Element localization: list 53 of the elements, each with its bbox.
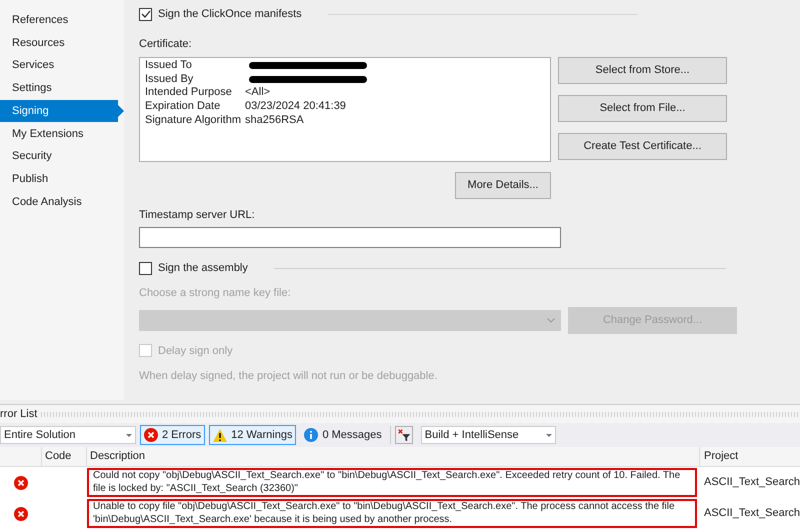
field-name: Intended Purpose [145,86,233,100]
project-name: ASCII_Text_Search [704,506,800,522]
chevron-down-icon [547,318,555,322]
delay-sign-note: When delay signed, the project will not run or be debuggable. [139,369,438,384]
field-name: Issued By [145,72,194,86]
error-description: Could not copy "obj\Debug\ASCII_Text_Search.exe" to "bin\Debug\ASCII_Text_Search.exe". Exceeded retry count of 10. Failed. The file is locked by: "ASCII_Text_Search (32360)" [87,468,697,497]
field-name: Expiration Date [145,100,222,113]
selection-arrow-icon [118,105,124,118]
field-value: sha256RSA [245,114,304,127]
column-header[interactable]: Code [45,448,72,465]
project-name: ASCII_Text_Search [704,475,800,490]
sidebar-item[interactable]: Resources [0,32,118,54]
field-name: Issued To [145,58,193,72]
filter-toggle[interactable]: 2 Errors [140,425,206,445]
info-icon [304,428,318,442]
certificate-button[interactable]: Create Test Certificate... [558,132,727,160]
scope-dropdown[interactable]: Entire Solution [0,426,136,444]
warning-icon [213,428,228,442]
field-name: Signature Algorithm [145,114,242,127]
certificate-button[interactable]: Select from Store... [558,56,727,84]
panel-title: rror List [0,406,38,422]
sidebar-item[interactable]: Signing [0,100,118,122]
field-value: 03/23/2024 20:41:39 [245,100,346,113]
key-file-label: Choose a strong name key file: [139,286,292,301]
column-header[interactable]: Project [704,448,738,465]
checkbox-label: Sign the ClickOnce manifests [158,6,302,22]
more-details-button[interactable]: More Details... [455,172,551,198]
checkbox-label: Delay sign only [158,344,233,358]
filter-toggle[interactable]: 12 Warnings [209,425,296,445]
timestamp-url-field[interactable] [139,227,561,248]
sidebar-item[interactable]: Security [0,145,118,168]
checkbox[interactable] [139,8,152,20]
sidebar-item[interactable]: Publish [0,168,118,190]
sidebar-item[interactable]: My Extensions [0,122,118,146]
timestamp-label: Timestamp server URL: [139,208,256,222]
error-icon [14,506,28,520]
clear-filter-icon[interactable] [394,426,413,444]
error-description: Unable to copy file "obj\Debug\ASCII_Text_Search.exe" to "bin\Debug\ASCII_Text_Search.exe". The process cannot access the file 'bin\Debug\ASCII_Text_Search.exe' because it is being used by another process. [87,499,697,528]
caret-icon [126,434,132,436]
sidebar-item[interactable]: Code Analysis [0,190,118,214]
filter-toggle[interactable]: 0 Messages [300,425,386,445]
certificate-label: Certificate: [139,37,193,52]
error-icon [14,476,28,490]
checkbox-label: Sign the assembly [158,260,248,276]
sidebar-item[interactable]: Services [0,54,118,78]
sidebar-item[interactable]: Settings [0,77,118,100]
caret-icon [546,434,552,436]
source-dropdown[interactable]: Build + IntelliSense [420,426,556,444]
error-icon [144,428,158,442]
certificate-button[interactable]: Select from File... [558,94,727,122]
column-header[interactable]: Description [90,448,146,465]
field-value: <All> [245,86,270,100]
sidebar-item[interactable]: References [0,9,118,32]
